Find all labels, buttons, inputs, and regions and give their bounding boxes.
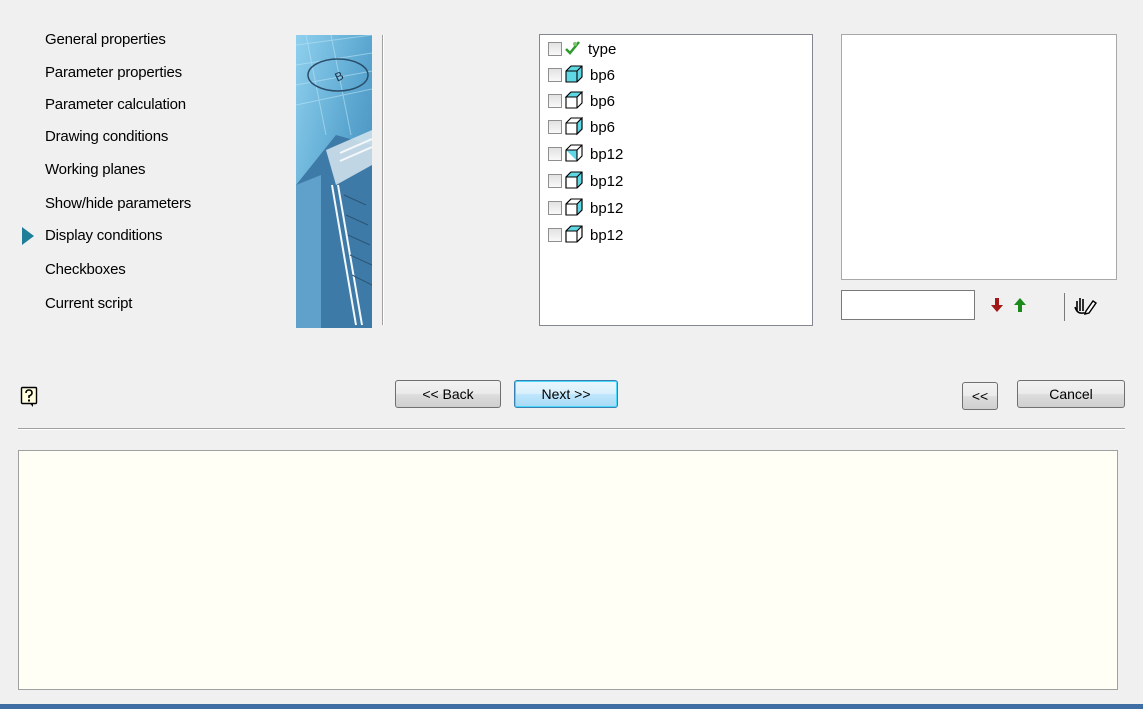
nav-item-working-planes[interactable]: Working planes bbox=[45, 159, 146, 181]
nav-item-show-hide-parameters[interactable]: Show/hide parameters bbox=[45, 193, 191, 215]
row-checkbox[interactable] bbox=[548, 228, 562, 242]
list-item[interactable]: bp12 bbox=[548, 222, 623, 248]
list-item-label: bp6 bbox=[590, 92, 616, 110]
nav-item-general-properties[interactable]: General properties bbox=[45, 29, 166, 51]
hand-pencil-icon bbox=[1073, 295, 1097, 318]
row-checkbox[interactable] bbox=[548, 147, 562, 161]
list-item[interactable]: type bbox=[548, 36, 616, 62]
list-item-label: bp6 bbox=[590, 66, 616, 84]
row-checkbox[interactable] bbox=[548, 174, 562, 188]
nav-item-parameter-calculation[interactable]: Parameter calculation bbox=[45, 94, 186, 116]
list-item-label: bp12 bbox=[590, 172, 624, 190]
edit-condition-button[interactable] bbox=[1072, 295, 1098, 317]
cancel-button[interactable]: Cancel bbox=[1017, 380, 1125, 408]
list-item-label: bp12 bbox=[590, 226, 624, 244]
row-checkbox[interactable] bbox=[548, 120, 562, 134]
list-item[interactable]: bp12 bbox=[548, 168, 623, 194]
cube-icon bbox=[564, 224, 584, 247]
help-button[interactable] bbox=[20, 386, 40, 408]
preview-panel bbox=[841, 34, 1117, 280]
architecture-illustration: B bbox=[296, 35, 372, 328]
row-checkbox[interactable] bbox=[548, 94, 562, 108]
toolbar-divider bbox=[1064, 293, 1065, 321]
move-up-button[interactable] bbox=[1010, 295, 1030, 317]
nav-item-parameter-properties[interactable]: Parameter properties bbox=[45, 62, 182, 84]
cube-icon bbox=[564, 197, 584, 220]
list-item[interactable]: bp12 bbox=[548, 195, 623, 221]
nav-item-display-conditions[interactable]: Display conditions bbox=[45, 225, 162, 247]
current-step-arrow-icon bbox=[22, 227, 34, 245]
move-down-button[interactable] bbox=[987, 295, 1007, 317]
window-bottom-border bbox=[0, 704, 1143, 709]
list-item[interactable]: bp12 bbox=[548, 141, 623, 167]
cube-icon bbox=[564, 170, 584, 193]
cube-icon bbox=[564, 116, 584, 139]
next-button[interactable]: Next >> bbox=[514, 380, 618, 408]
arrow-up-icon bbox=[1013, 297, 1027, 316]
list-item-label: bp6 bbox=[590, 118, 616, 136]
arrow-down-icon bbox=[990, 297, 1004, 316]
row-checkbox[interactable] bbox=[548, 201, 562, 215]
cube-icon bbox=[564, 64, 584, 87]
list-item-label: bp12 bbox=[590, 199, 624, 217]
list-item-label: bp12 bbox=[590, 145, 624, 163]
help-icon bbox=[20, 386, 40, 411]
horizontal-divider bbox=[18, 428, 1125, 430]
nav-item-checkboxes[interactable]: Checkboxes bbox=[45, 259, 126, 281]
checkmark-icon bbox=[564, 40, 582, 59]
list-item[interactable]: bp6 bbox=[548, 114, 615, 140]
parameter-list[interactable]: type bp6 bp6 bp6 bp12 bp12 bp12 bp12 bbox=[539, 34, 813, 326]
row-checkbox[interactable] bbox=[548, 68, 562, 82]
list-item-label: type bbox=[588, 40, 617, 58]
cube-icon bbox=[564, 90, 584, 113]
list-item[interactable]: bp6 bbox=[548, 88, 615, 114]
description-panel bbox=[18, 450, 1118, 690]
vertical-divider bbox=[382, 35, 384, 325]
back-button[interactable]: << Back bbox=[395, 380, 501, 408]
cube-icon bbox=[564, 143, 584, 166]
nav-item-current-script[interactable]: Current script bbox=[45, 293, 132, 315]
list-item[interactable]: bp6 bbox=[548, 62, 615, 88]
collapse-button[interactable]: << bbox=[962, 382, 998, 410]
value-input[interactable] bbox=[841, 290, 975, 320]
row-checkbox[interactable] bbox=[548, 42, 562, 56]
nav-item-drawing-conditions[interactable]: Drawing conditions bbox=[45, 126, 168, 148]
